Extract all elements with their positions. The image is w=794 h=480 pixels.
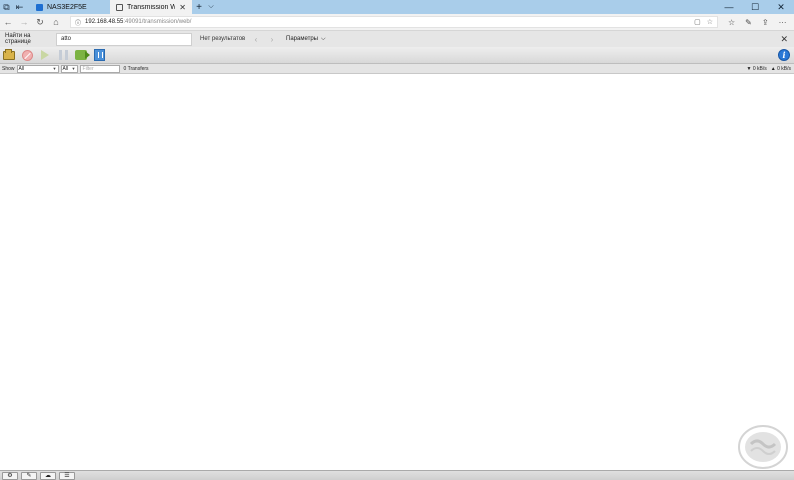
pause-torrent-button[interactable] [56,48,70,62]
tab-favicon-icon [116,3,123,11]
tab-list-chevron-icon[interactable]: ⌵ [206,0,216,14]
reading-view-icon[interactable]: ▢ [694,18,701,26]
find-input[interactable]: atto [56,32,192,46]
filter-placeholder: Filter [82,65,94,72]
address-bar[interactable]: ⓘ 192.168.48.55 :49091/transmission/web/… [70,16,718,28]
find-result-text: Нет результатов [200,36,246,42]
new-tab-icon[interactable]: + [192,0,206,14]
back-icon[interactable]: ← [0,14,16,30]
tab-close-icon[interactable]: ✕ [179,3,186,12]
address-toolbar: ← → ↻ ⌂ ⓘ 192.168.48.55 :49091/transmiss… [0,14,794,30]
turtle-speed-icon[interactable]: ☁ [40,471,56,480]
close-window-icon[interactable]: ✕ [768,0,794,14]
start-icon [41,50,49,60]
pause-icon [58,50,68,60]
tab-title: Transmission Web Interf [127,3,176,11]
pause-all-button[interactable] [92,48,106,62]
open-folder-icon [3,48,15,60]
start-all-icon [75,50,90,60]
browser-tab[interactable]: NAS3E2F5E [30,0,110,14]
transfer-count: 0 Transfers [123,65,149,72]
share-icon[interactable]: ⇪ [762,18,769,27]
refresh-icon[interactable]: ↻ [32,14,48,30]
forward-icon[interactable]: → [16,14,32,30]
transmission-toolbar: i [0,47,794,64]
favorites-hub-icon[interactable]: ☆ [728,18,735,27]
find-next-icon[interactable]: › [264,35,280,44]
tab-title: NAS3E2F5E [47,3,87,11]
favorite-star-icon[interactable]: ☆ [707,18,713,26]
upload-speed: ▲ 0 kB/s [770,65,791,72]
url-host: 192.168.48.55 [85,19,124,25]
chevron-down-icon: ▼ [71,66,76,71]
find-previous-icon[interactable]: ‹ [248,35,264,44]
find-on-page-bar: Найти на странице atto Нет результатов ‹… [0,30,794,47]
tab-favicon-icon [36,3,43,11]
settings-gear-icon[interactable]: ⚙ [2,471,18,480]
start-all-button[interactable] [74,48,90,62]
filter-input[interactable]: Filter [79,64,120,73]
remove-torrent-button[interactable] [20,48,34,62]
window-controls: — ☐ ✕ [716,0,794,14]
minimize-icon[interactable]: — [716,0,742,14]
notes-pen-icon[interactable]: ✎ [745,18,752,27]
close-find-icon[interactable]: ✕ [780,34,788,45]
pause-all-icon [93,49,105,61]
tracker-filter-select[interactable]: All ▼ [60,64,78,73]
open-torrent-button[interactable] [2,48,16,62]
download-speed: ▼ 0 kB/s [746,65,767,72]
tab-aside-icon[interactable]: ⇤ [13,0,26,14]
remove-icon [21,49,33,61]
chevron-down-icon: ▼ [52,66,57,71]
torrent-list[interactable] [0,74,794,470]
preferences-wrench-icon[interactable]: ✎ [21,471,37,480]
bottom-toolbar: ⚙ ✎ ☁ ☰ [0,470,794,480]
tab-preview-icon[interactable]: ⧉ [0,0,13,14]
inspector-info-icon[interactable]: i [778,49,790,61]
start-torrent-button[interactable] [38,48,52,62]
maximize-icon[interactable]: ☐ [742,0,768,14]
compact-view-icon[interactable]: ☰ [59,471,75,480]
state-filter-value: All [18,65,25,72]
find-label: Найти на странице [5,33,31,45]
browser-tab-strip: ⧉ ⇤ NAS3E2F5E Transmission Web Interf ✕ … [0,0,794,14]
url-path: :49091/transmission/web/ [123,19,192,25]
browser-tab-active[interactable]: Transmission Web Interf ✕ [110,0,192,14]
state-filter-select[interactable]: All ▼ [16,64,59,73]
site-info-icon[interactable]: ⓘ [75,18,81,27]
show-label: Show [2,65,15,72]
find-options-label: Параметры [286,36,318,42]
find-query: atto [61,36,72,42]
filter-bar: Show All ▼ All ▼ Filter 0 Transfers ▼ 0 … [0,64,794,74]
more-menu-icon[interactable]: ··· [779,18,787,27]
chevron-down-icon: ⌵ [320,35,326,42]
watermark-logo [738,425,788,469]
home-icon[interactable]: ⌂ [48,14,64,30]
tracker-filter-value: All [62,65,69,72]
find-options-button[interactable]: Параметры ⌵ [286,36,326,43]
